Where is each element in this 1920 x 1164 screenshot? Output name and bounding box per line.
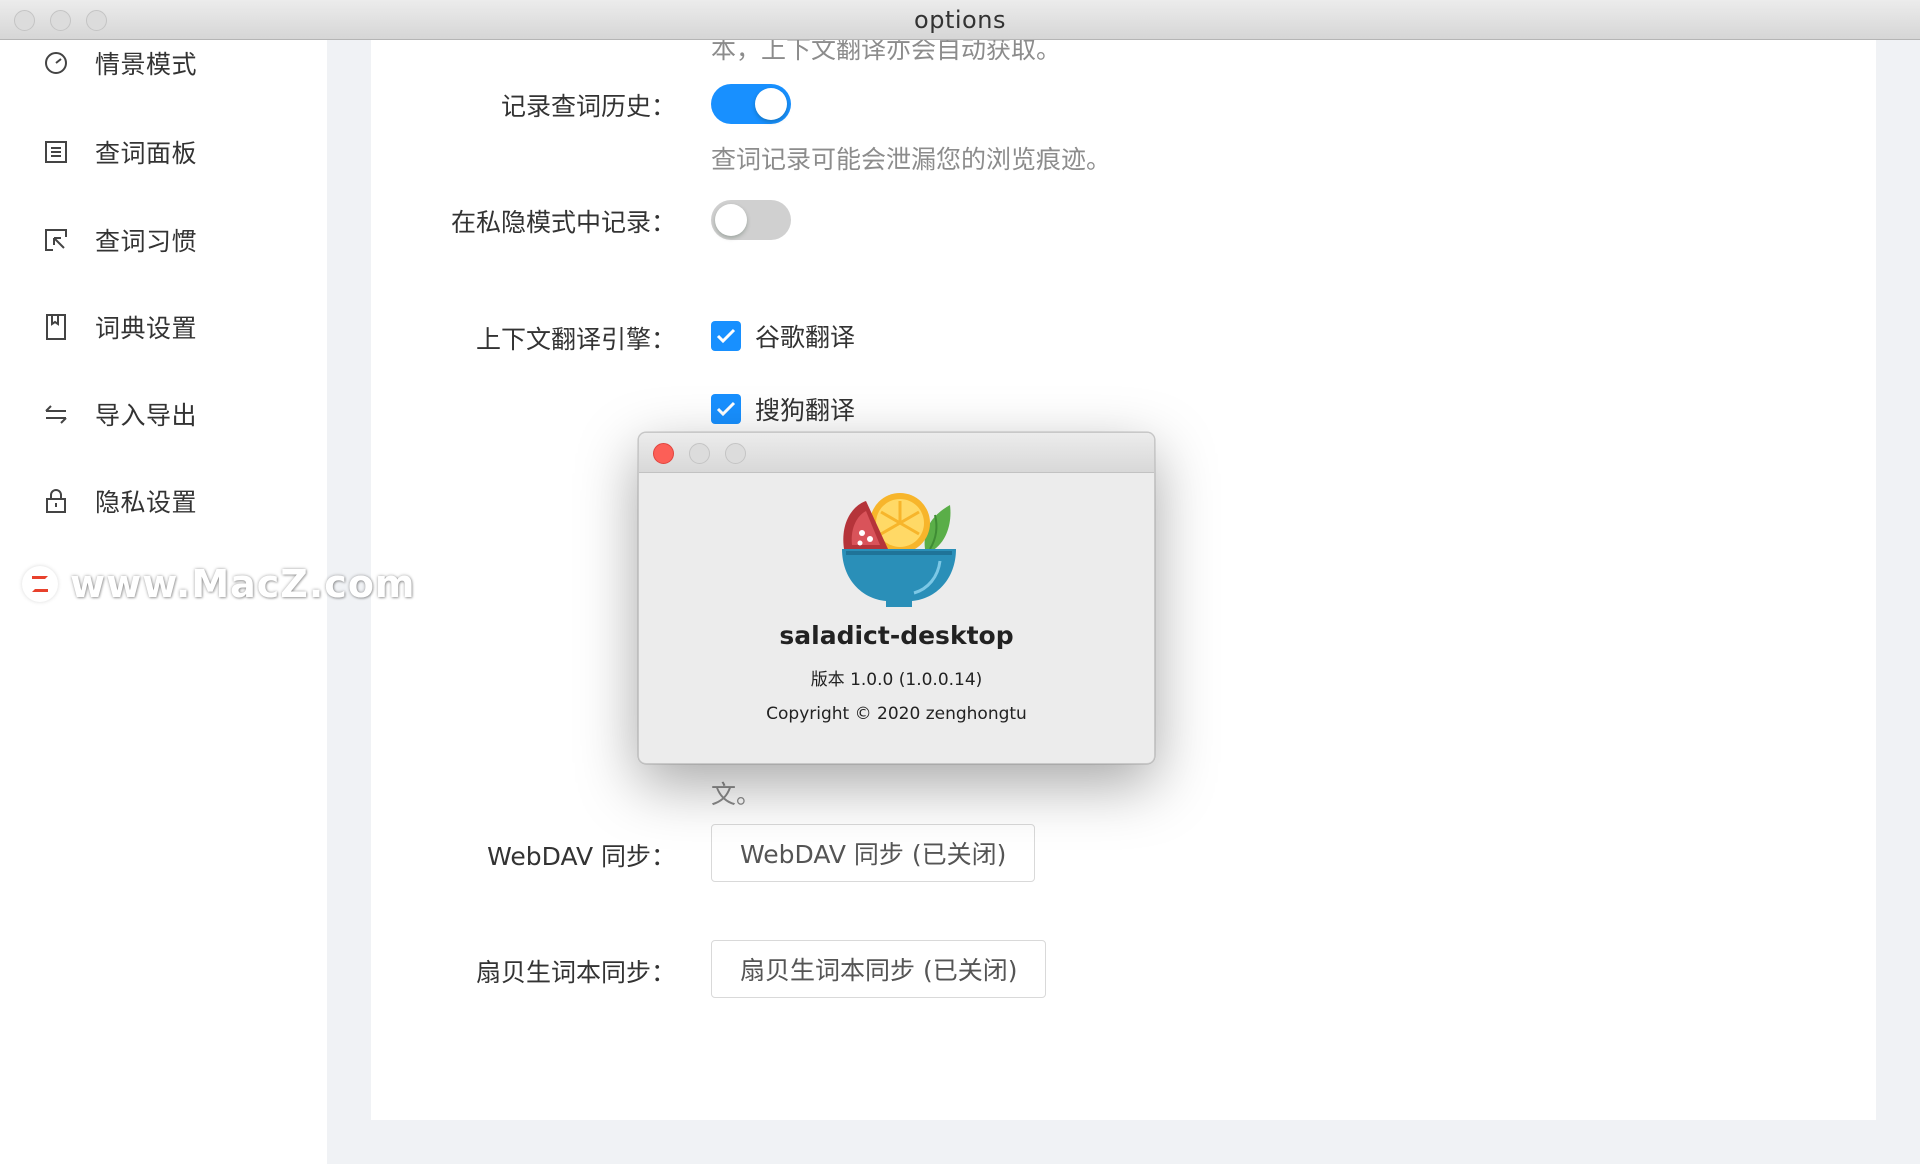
book-icon	[42, 313, 70, 341]
lock-icon	[42, 487, 70, 515]
sidebar-item-privacy[interactable]: 隐私设置	[42, 481, 197, 521]
z-logo-icon	[22, 566, 58, 602]
checkbox-label: 谷歌翻译	[755, 323, 856, 352]
dialog-close-button[interactable]	[653, 443, 674, 464]
sidebar-item-label: 查词面板	[95, 139, 198, 168]
options-window: options 情景模式 查词面板 查词习惯 词典设置 导入导出 隐私设置 ww…	[0, 0, 1920, 1164]
check-icon	[711, 394, 741, 424]
sidebar-item-label: 词典设置	[95, 314, 198, 343]
dialog-minimize-button	[689, 443, 710, 464]
checkbox-label: 搜狗翻译	[755, 396, 856, 425]
sogou-translate-checkbox[interactable]: 搜狗翻译	[711, 393, 855, 425]
history-hint: 查词记录可能会泄漏您的浏览痕迹。	[711, 145, 1112, 174]
incognito-toggle[interactable]	[711, 200, 791, 240]
toggle-knob	[755, 88, 787, 120]
salad-bowl-logo-icon	[840, 491, 958, 609]
dialog-zoom-button	[725, 443, 746, 464]
shanbay-sync-button[interactable]: 扇贝生词本同步 (已关闭)	[711, 940, 1047, 998]
webdav-label: WebDAV 同步：	[487, 842, 676, 871]
sidebar-item-label: 隐私设置	[95, 488, 198, 517]
shanbay-label: 扇贝生词本同步：	[475, 958, 676, 987]
sidebar-item-dictionaries[interactable]: 词典设置	[42, 307, 197, 347]
sidebar-item-label: 情景模式	[95, 50, 198, 79]
toggle-knob	[715, 204, 747, 236]
check-icon	[711, 321, 741, 351]
truncated-hint: 本，上下文翻译亦会自动获取。	[711, 40, 1062, 64]
app-copyright: Copyright © 2020 zenghongtu	[766, 704, 1027, 724]
watermark-text: www.MacZ.com	[70, 562, 416, 606]
sidebar-item-label: 导入导出	[95, 401, 198, 430]
incognito-label: 在私隐模式中记录：	[450, 208, 676, 237]
title-bar[interactable]: options	[0, 0, 1920, 40]
sidebar-item-import-export[interactable]: 导入导出	[42, 394, 197, 434]
sidebar-item-label: 查词习惯	[95, 227, 198, 256]
app-name: saladict-desktop	[779, 621, 1014, 650]
sidebar-item-profiles[interactable]: 情景模式	[42, 43, 197, 83]
select-icon	[42, 226, 70, 254]
about-dialog: saladict-desktop 版本 1.0.0 (1.0.0.14) Cop…	[638, 432, 1155, 764]
sidebar-item-panel[interactable]: 查词面板	[42, 132, 197, 172]
swap-icon	[42, 400, 70, 428]
sidebar-item-habits[interactable]: 查词习惯	[42, 220, 197, 260]
watermark: www.MacZ.com	[22, 562, 416, 606]
dialog-title-bar[interactable]	[639, 433, 1154, 473]
history-label: 记录查词历史：	[500, 92, 676, 121]
context-engine-label: 上下文翻译引擎：	[475, 325, 676, 354]
context-hint: 文。	[711, 780, 762, 809]
webdav-sync-button[interactable]: WebDAV 同步 (已关闭)	[711, 824, 1036, 882]
google-translate-checkbox[interactable]: 谷歌翻译	[711, 320, 855, 352]
panel-icon	[42, 138, 70, 166]
history-toggle[interactable]	[711, 84, 791, 124]
dashboard-icon	[42, 49, 70, 77]
app-version: 版本 1.0.0 (1.0.0.14)	[810, 670, 983, 690]
window-title: options	[914, 6, 1006, 34]
